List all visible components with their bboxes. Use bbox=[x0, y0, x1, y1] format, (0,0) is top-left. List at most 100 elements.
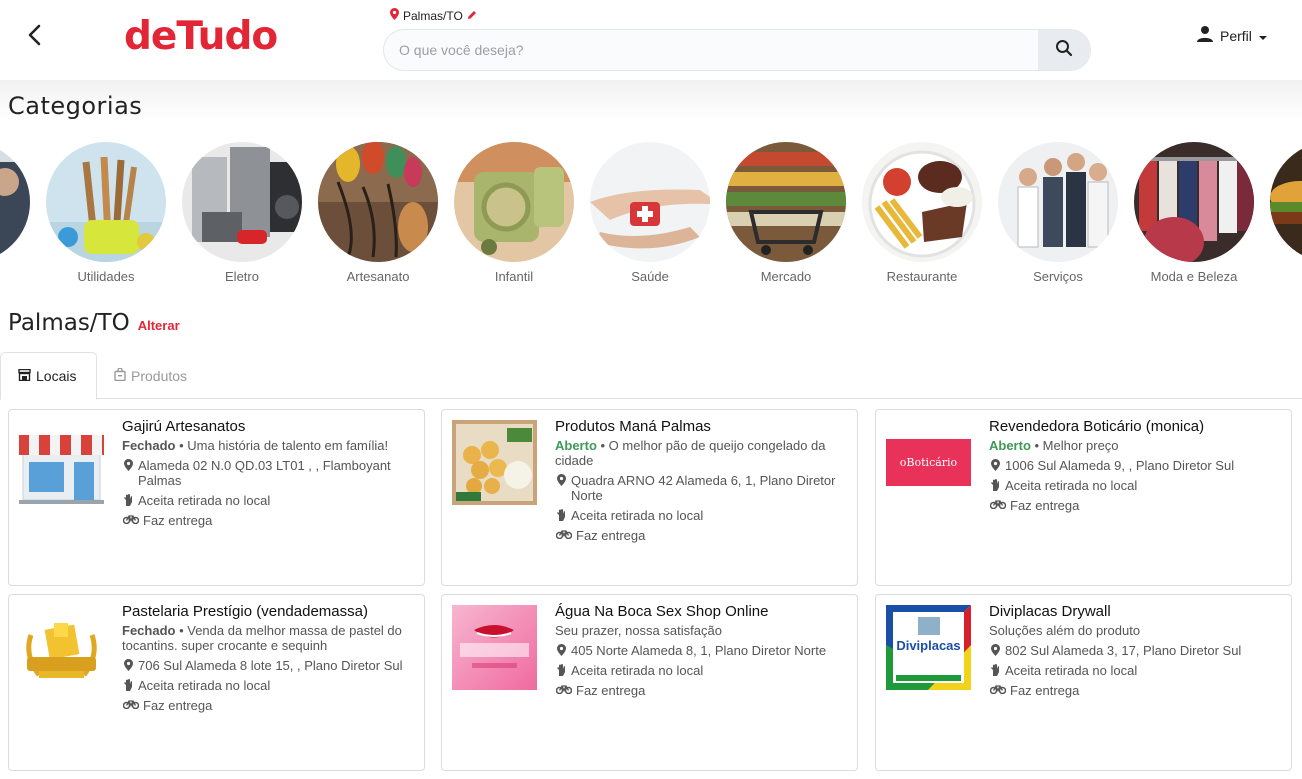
profile-menu[interactable]: Perfil bbox=[1196, 25, 1268, 46]
city-name: Palmas/TO bbox=[8, 310, 130, 336]
cheese-bread-image bbox=[452, 420, 537, 505]
card-body: Água Na Boca Sex Shop Online Seu prazer,… bbox=[555, 603, 851, 698]
place-title: Revendedora Boticário (monica) bbox=[989, 418, 1205, 435]
map-pin-icon bbox=[555, 473, 567, 503]
store-icon bbox=[18, 368, 31, 384]
category-item-utilidades[interactable]: Utilidades bbox=[46, 142, 166, 284]
card-body: Produtos Maná Palmas Aberto • O melhor p… bbox=[555, 418, 851, 543]
place-tagline: Soluções além do produto bbox=[989, 623, 1141, 638]
card-body: Pastelaria Prestígio (vendademassa) Fech… bbox=[122, 603, 418, 713]
status-open: Aberto bbox=[555, 438, 597, 453]
search-button[interactable] bbox=[1038, 30, 1090, 70]
prestigio-logo bbox=[19, 605, 104, 690]
place-address: 706 Sul Alameda 8 lote 15, , Plano Diret… bbox=[122, 658, 418, 673]
place-address: 1006 Sul Alameda 9, , Plano Diretor Sul bbox=[989, 458, 1285, 473]
category-image bbox=[1270, 142, 1302, 262]
pickup-info: Aceita retirada no local bbox=[555, 663, 851, 678]
category-label: Moda e Beleza bbox=[1150, 269, 1238, 284]
storefront-image bbox=[19, 420, 104, 505]
delivery-text: Faz entrega bbox=[576, 528, 646, 543]
place-address: 802 Sul Alameda 3, 17, Plano Diretor Sul bbox=[989, 643, 1285, 658]
caret-down-icon bbox=[1258, 28, 1268, 44]
category-item-partial-left[interactable] bbox=[0, 142, 30, 262]
city-header: Palmas/TO Alterar bbox=[8, 310, 180, 336]
place-address: 405 Norte Alameda 8, 1, Plano Diretor No… bbox=[555, 643, 851, 658]
location-label: Palmas/TO bbox=[403, 8, 463, 23]
category-item-eletro[interactable]: Eletro bbox=[182, 142, 302, 284]
category-item-saude[interactable]: Saúde bbox=[590, 142, 710, 284]
bicycle-icon bbox=[989, 498, 1006, 513]
category-item-restaurante[interactable]: Restaurante bbox=[862, 142, 982, 284]
category-label: Eletro bbox=[225, 269, 259, 284]
category-label: Utilidades bbox=[77, 269, 135, 284]
appliances-image bbox=[182, 142, 302, 262]
delivery-info: Faz entrega bbox=[122, 698, 418, 713]
hand-icon bbox=[989, 478, 1001, 493]
boticario-logo: oBoticário bbox=[886, 439, 971, 486]
place-description: Aberto • O melhor pão de queijo congelad… bbox=[555, 438, 826, 468]
place-card[interactable]: Produtos Maná Palmas Aberto • O melhor p… bbox=[441, 409, 858, 586]
delivery-text: Faz entrega bbox=[1010, 683, 1080, 698]
hand-icon bbox=[555, 663, 567, 678]
tab-label: Produtos bbox=[131, 367, 188, 384]
detudo-logo[interactable]: deTudo bbox=[124, 14, 278, 59]
place-title: Água Na Boca Sex Shop Online bbox=[555, 603, 769, 620]
hand-icon bbox=[989, 663, 1001, 678]
delivery-info: Faz entrega bbox=[555, 683, 851, 698]
services-image bbox=[998, 142, 1118, 262]
pickup-info: Aceita retirada no local bbox=[122, 493, 418, 508]
restaurant-image bbox=[862, 142, 982, 262]
edit-pencil-icon[interactable] bbox=[467, 9, 477, 23]
address-text: 706 Sul Alameda 8 lote 15, , Plano Diret… bbox=[138, 658, 403, 673]
place-address: Alameda 02 N.0 QD.03 LT01 , , Flamboyant… bbox=[122, 458, 418, 488]
search-input[interactable] bbox=[384, 30, 1040, 70]
place-title: Produtos Maná Palmas bbox=[555, 418, 711, 435]
place-tagline: Melhor preço bbox=[1042, 438, 1119, 453]
pickup-text: Aceita retirada no local bbox=[138, 678, 271, 693]
map-pin-icon bbox=[989, 458, 1001, 473]
bicycle-icon bbox=[555, 683, 572, 698]
category-label: Infantil bbox=[494, 269, 534, 284]
delivery-info: Faz entrega bbox=[555, 528, 851, 543]
place-card[interactable]: Pastelaria Prestígio (vendademassa) Fech… bbox=[8, 594, 425, 771]
place-card[interactable]: oBoticário Revendedora Boticário (monica… bbox=[875, 409, 1292, 586]
category-item-infantil[interactable]: Infantil bbox=[454, 142, 574, 284]
place-card[interactable]: Diviplacas Diviplacas Drywall Soluções a… bbox=[875, 594, 1292, 771]
map-pin-icon bbox=[989, 643, 1001, 658]
change-city-link[interactable]: Alterar bbox=[138, 318, 180, 333]
place-card[interactable]: Água Na Boca Sex Shop Online Seu prazer,… bbox=[441, 594, 858, 771]
agua-na-boca-logo bbox=[452, 605, 537, 690]
tab-label: Locais bbox=[36, 368, 77, 384]
bicycle-icon bbox=[555, 528, 572, 543]
categories-carousel[interactable]: Utilidades Eletro Artesanato Infantil Sa… bbox=[0, 142, 1302, 292]
tab-locais[interactable]: Locais bbox=[0, 352, 97, 400]
utensils-image bbox=[46, 142, 166, 262]
crafts-image bbox=[318, 142, 438, 262]
place-description: Fechado • Venda da melhor massa de paste… bbox=[122, 623, 402, 653]
category-item-artesanato[interactable]: Artesanato bbox=[318, 142, 438, 284]
pickup-info: Aceita retirada no local bbox=[555, 508, 851, 523]
place-card[interactable]: Gajirú Artesanatos Fechado • Uma históri… bbox=[8, 409, 425, 586]
category-item-servicos[interactable]: Serviços bbox=[998, 142, 1118, 284]
category-image bbox=[0, 142, 30, 262]
bicycle-icon bbox=[122, 513, 139, 528]
bicycle-icon bbox=[122, 698, 139, 713]
category-label: Restaurante bbox=[886, 269, 958, 284]
location-selector[interactable]: Palmas/TO bbox=[390, 8, 477, 23]
status-open: Aberto bbox=[989, 438, 1031, 453]
diviplacas-logo: Diviplacas bbox=[886, 605, 971, 690]
hand-icon bbox=[122, 493, 134, 508]
place-description: Aberto • Melhor preço bbox=[989, 438, 1119, 453]
category-item-mercado[interactable]: Mercado bbox=[726, 142, 846, 284]
tab-produtos[interactable]: Produtos bbox=[97, 352, 204, 399]
back-arrow-icon[interactable] bbox=[22, 22, 48, 48]
place-address: Quadra ARNO 42 Alameda 6, 1, Plano Diret… bbox=[555, 473, 851, 503]
delivery-info: Faz entrega bbox=[989, 683, 1285, 698]
status-closed: Fechado bbox=[122, 623, 176, 638]
category-item-partial-right[interactable] bbox=[1270, 142, 1302, 262]
category-label: Mercado bbox=[760, 269, 812, 284]
card-body: Revendedora Boticário (monica) Aberto • … bbox=[989, 418, 1285, 513]
category-item-moda-e-beleza[interactable]: Moda e Beleza bbox=[1134, 142, 1254, 284]
delivery-text: Faz entrega bbox=[143, 513, 213, 528]
place-description: Fechado • Uma história de talento em fam… bbox=[122, 438, 389, 453]
